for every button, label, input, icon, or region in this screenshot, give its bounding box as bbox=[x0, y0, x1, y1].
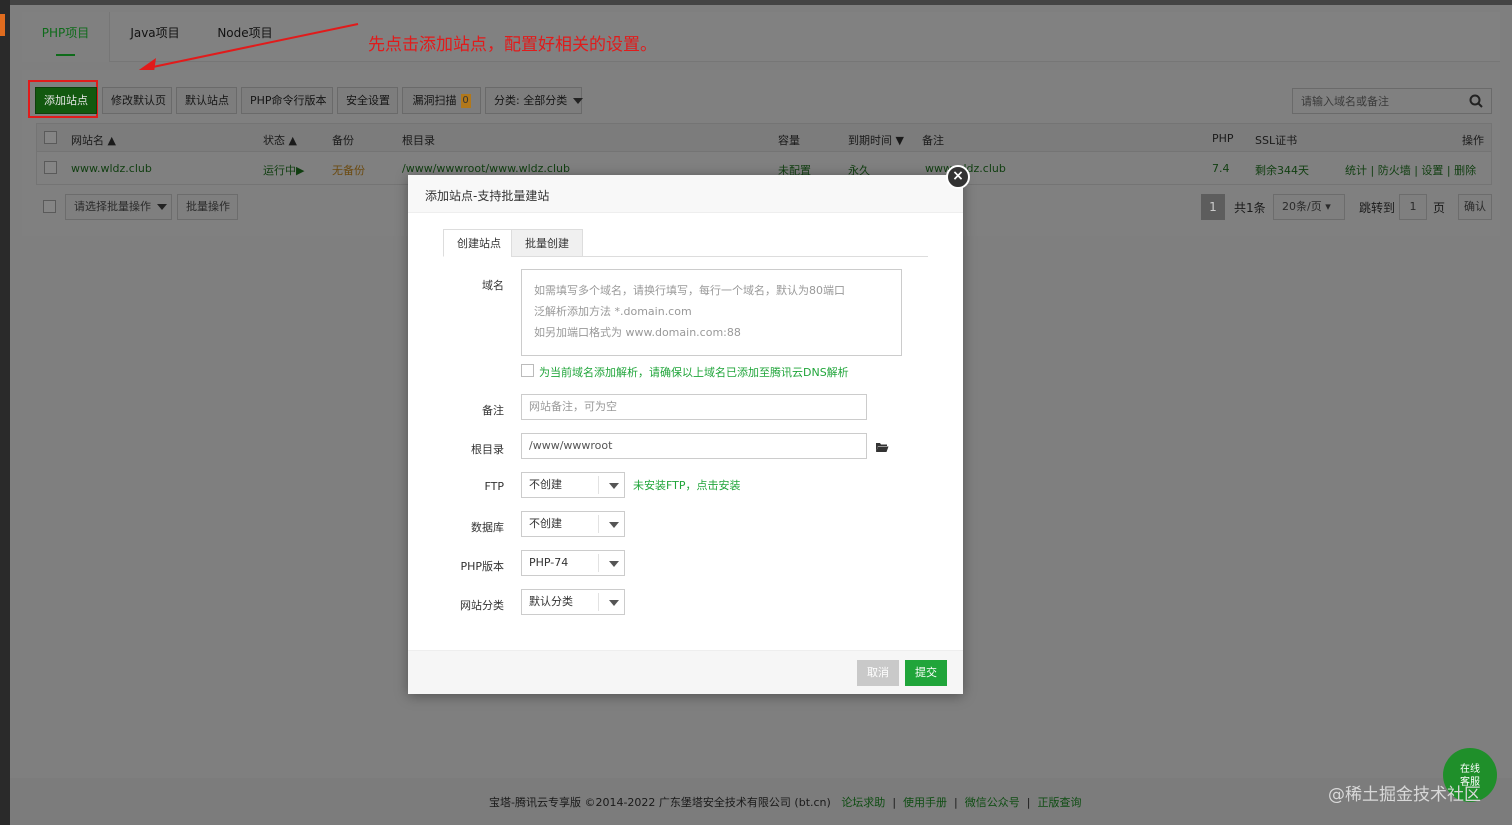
footer-link-forum[interactable]: 论坛求助 bbox=[841, 796, 885, 809]
watermark: @稀土掘金技术社区 bbox=[1328, 785, 1481, 805]
pager-total: 共1条 bbox=[1234, 201, 1266, 215]
domain-hint-line: 泛解析添加方法 *.domain.com bbox=[534, 305, 692, 318]
domain-textarea[interactable]: 如需填写多个域名，请换行填写，每行一个域名，默认为80端口 泛解析添加方法 *.… bbox=[521, 269, 902, 356]
edit-default-page-button[interactable]: 修改默认页 bbox=[102, 87, 172, 114]
copyright-text: 宝塔-腾讯云专享版 ©2014-2022 广东堡塔安全技术有限公司 (bt.cn… bbox=[489, 796, 1082, 809]
chevron-down-icon bbox=[609, 522, 619, 528]
pager-jump-label: 跳转到 bbox=[1359, 201, 1396, 215]
batch-operation-select[interactable]: 请选择批量操作 bbox=[65, 194, 172, 220]
search-input[interactable] bbox=[1293, 89, 1463, 113]
row-ops: 统计 | 防火墙 | 设置 | 删除 bbox=[1345, 164, 1477, 177]
submit-button[interactable]: 提交 bbox=[905, 660, 947, 686]
tab-batch-create[interactable]: 批量创建 bbox=[511, 229, 583, 257]
row-op-firewall[interactable]: 防火墙 bbox=[1378, 164, 1411, 177]
dialog-tabs: 创建站点 批量创建 bbox=[443, 229, 928, 257]
remark-label: 备注 bbox=[482, 404, 504, 417]
cancel-button[interactable]: 取消 bbox=[857, 660, 899, 686]
row-op-settings[interactable]: 设置 bbox=[1421, 164, 1443, 177]
folder-open-icon[interactable] bbox=[875, 441, 889, 453]
tab-php[interactable]: PHP项目 bbox=[22, 12, 110, 62]
php-cli-version-button[interactable]: PHP命令行版本 bbox=[241, 87, 333, 114]
header-capacity: 容量 bbox=[778, 134, 800, 147]
footer-link-wechat[interactable]: 微信公众号 bbox=[965, 796, 1020, 809]
add-site-button[interactable]: 添加站点 bbox=[35, 87, 97, 114]
header-php: PHP bbox=[1212, 132, 1234, 145]
left-sidebar-strip bbox=[0, 0, 10, 825]
pager-page-unit: 页 bbox=[1433, 201, 1446, 215]
php-version-select[interactable]: PHP-74 bbox=[521, 550, 625, 576]
header-remark: 备注 bbox=[922, 134, 944, 147]
header-expiry[interactable]: 到期时间 ▼ bbox=[848, 132, 904, 148]
vuln-scan-button[interactable]: 漏洞扫描 0 bbox=[402, 87, 481, 114]
header-status[interactable]: 状态 ▲ bbox=[263, 132, 297, 148]
category-dropdown[interactable]: 分类: 全部分类 bbox=[485, 87, 584, 114]
search-box bbox=[1292, 88, 1492, 114]
domain-hint-line: 如需填写多个域名，请换行填写，每行一个域名，默认为80端口 bbox=[534, 284, 845, 297]
dns-resolve-label[interactable]: 为当前域名添加解析，请确保以上域名已添加至腾讯云DNS解析 bbox=[539, 364, 849, 380]
header-site-name[interactable]: 网站名 ▲ bbox=[71, 132, 116, 148]
site-category-select[interactable]: 默认分类 bbox=[521, 589, 625, 615]
close-icon[interactable]: × bbox=[946, 165, 970, 189]
header-backup: 备份 bbox=[332, 134, 354, 147]
database-select[interactable]: 不创建 bbox=[521, 511, 625, 537]
page-footer: 宝塔-腾讯云专享版 ©2014-2022 广东堡塔安全技术有限公司 (bt.cn… bbox=[10, 778, 1512, 825]
dialog-header: 添加站点-支持批量建站 bbox=[408, 175, 963, 213]
category-label: 分类: 全部分类 bbox=[494, 94, 568, 107]
chevron-down-icon bbox=[157, 204, 167, 210]
pager-jump-input[interactable]: 1 bbox=[1399, 194, 1427, 220]
ftp-label: FTP bbox=[484, 480, 505, 493]
site-category-label: 网站分类 bbox=[460, 599, 504, 612]
domain-label: 域名 bbox=[482, 279, 504, 292]
chevron-down-icon bbox=[573, 98, 584, 104]
domain-hint-line: 如另加端口格式为 www.domain.com:88 bbox=[534, 326, 741, 339]
row-backup[interactable]: 无备份 bbox=[332, 162, 365, 178]
add-site-dialog: 添加站点-支持批量建站 × 创建站点 批量创建 域名 如需填写多个域名，请换行填… bbox=[408, 165, 970, 694]
vuln-scan-label: 漏洞扫描 bbox=[412, 94, 457, 107]
pager-per-page-select[interactable]: 20条/页 ▾ bbox=[1273, 194, 1345, 220]
default-site-button[interactable]: 默认站点 bbox=[176, 87, 237, 114]
header-root: 根目录 bbox=[402, 134, 435, 147]
row-checkbox[interactable] bbox=[44, 161, 57, 174]
select-all-checkbox[interactable] bbox=[44, 131, 57, 144]
row-root-link[interactable]: /www/wwwroot/www.wldz.club bbox=[402, 162, 570, 175]
tab-create-site[interactable]: 创建站点 bbox=[443, 229, 515, 257]
ftp-select[interactable]: 不创建 bbox=[521, 472, 625, 498]
search-icon[interactable] bbox=[1469, 94, 1483, 108]
batch-operation-button[interactable]: 批量操作 bbox=[177, 194, 238, 220]
pager-current-page[interactable]: 1 bbox=[1201, 194, 1225, 220]
row-site-name-link[interactable]: www.wldz.club bbox=[71, 162, 152, 175]
root-dir-label: 根目录 bbox=[471, 443, 504, 456]
batch-select-all-checkbox[interactable] bbox=[43, 200, 56, 213]
root-dir-input[interactable]: /www/wwwroot bbox=[521, 433, 867, 459]
chevron-down-icon bbox=[609, 561, 619, 567]
dialog-title: 添加站点-支持批量建站 bbox=[425, 189, 550, 203]
chevron-down-icon bbox=[609, 600, 619, 606]
remark-input[interactable]: 网站备注，可为空 bbox=[521, 394, 867, 420]
row-op-stats[interactable]: 统计 bbox=[1345, 164, 1367, 177]
php-version-label: PHP版本 bbox=[460, 560, 504, 573]
annotation-text: 先点击添加站点，配置好相关的设置。 bbox=[368, 35, 657, 55]
row-status[interactable]: 运行中▶ bbox=[263, 162, 304, 178]
footer-link-manual[interactable]: 使用手册 bbox=[903, 796, 947, 809]
vuln-count-badge: 0 bbox=[460, 94, 471, 108]
pager-confirm-button[interactable]: 确认 bbox=[1458, 194, 1492, 220]
sidebar-accent bbox=[0, 14, 5, 36]
security-settings-button[interactable]: 安全设置 bbox=[337, 87, 398, 114]
table-header: 网站名 ▲ 状态 ▲ 备份 根目录 容量 到期时间 ▼ 备注 PHP SSL证书… bbox=[36, 123, 1492, 152]
row-op-delete[interactable]: 删除 bbox=[1454, 164, 1476, 177]
row-ssl[interactable]: 剩余344天 bbox=[1255, 162, 1309, 178]
database-label: 数据库 bbox=[471, 521, 504, 534]
dialog-footer: 取消 提交 bbox=[408, 650, 963, 694]
dns-resolve-checkbox[interactable] bbox=[521, 364, 534, 377]
install-ftp-link[interactable]: 未安装FTP，点击安装 bbox=[633, 477, 741, 493]
footer-link-license[interactable]: 正版查询 bbox=[1037, 796, 1081, 809]
chevron-down-icon bbox=[609, 483, 619, 489]
header-ops: 操作 bbox=[1462, 134, 1484, 147]
annotation-arrow-icon bbox=[136, 23, 359, 72]
row-php[interactable]: 7.4 bbox=[1212, 162, 1230, 175]
header-ssl: SSL证书 bbox=[1255, 134, 1298, 147]
